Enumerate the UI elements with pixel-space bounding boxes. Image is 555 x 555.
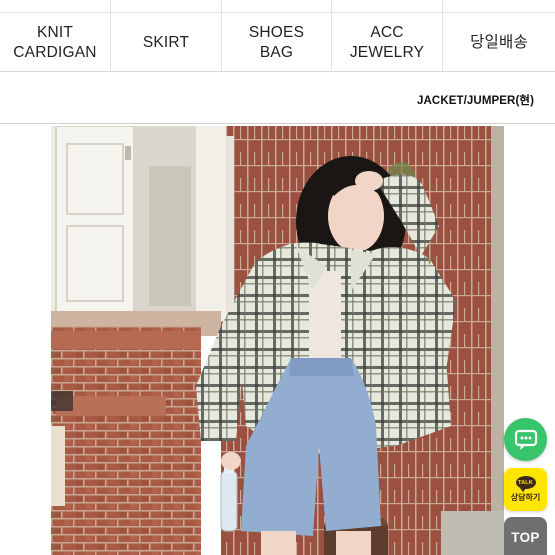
nav-item-line: SHOES [248,23,305,41]
nav-item-acc-jewelry[interactable]: ACC JEWELRY [332,13,443,72]
consult-label: 상담하기 [510,493,541,502]
talk-badge-text: TALK [517,479,534,486]
nav-item-line: BAG [259,43,294,61]
category-label[interactable]: JACKET/JUMPER(현) [417,92,534,108]
nav-top-stub [332,0,443,12]
nav-item-same-day-delivery[interactable]: 당일배송 [443,13,555,72]
nav-item-line: 당일배송 [470,33,528,51]
nav-item-line: SKIRT [142,33,190,51]
product-photo [51,126,504,555]
top-label: TOP [511,529,540,545]
nav-item-line: ACC [370,23,404,41]
category-bar: JACKET/JUMPER(현) [0,72,555,124]
kakao-talk-consult-button[interactable]: TALK 상담하기 [504,468,547,511]
nav-item-shoes-bag[interactable]: SHOES BAG [222,13,332,72]
nav-item-line: KNIT [36,23,74,41]
nav-top-stub [0,0,111,12]
nav-item-skirt[interactable]: SKIRT [111,13,222,72]
scroll-top-button[interactable]: TOP [504,517,547,555]
nav-top-stub [222,0,332,12]
chat-button[interactable] [504,418,547,461]
category-nav: KNIT CARDIGAN SKIRT SHOES BAG ACC JEWELR… [0,0,555,72]
nav-top-stub [111,0,222,12]
kakao-talk-icon: TALK [515,476,536,492]
product-photo-illustration [51,126,504,555]
nav-item-line: CARDIGAN [13,43,97,61]
chat-bubble-icon [514,429,537,450]
nav-item-line: JEWELRY [349,43,425,61]
nav-item-knit-cardigan[interactable]: KNIT CARDIGAN [0,13,111,72]
